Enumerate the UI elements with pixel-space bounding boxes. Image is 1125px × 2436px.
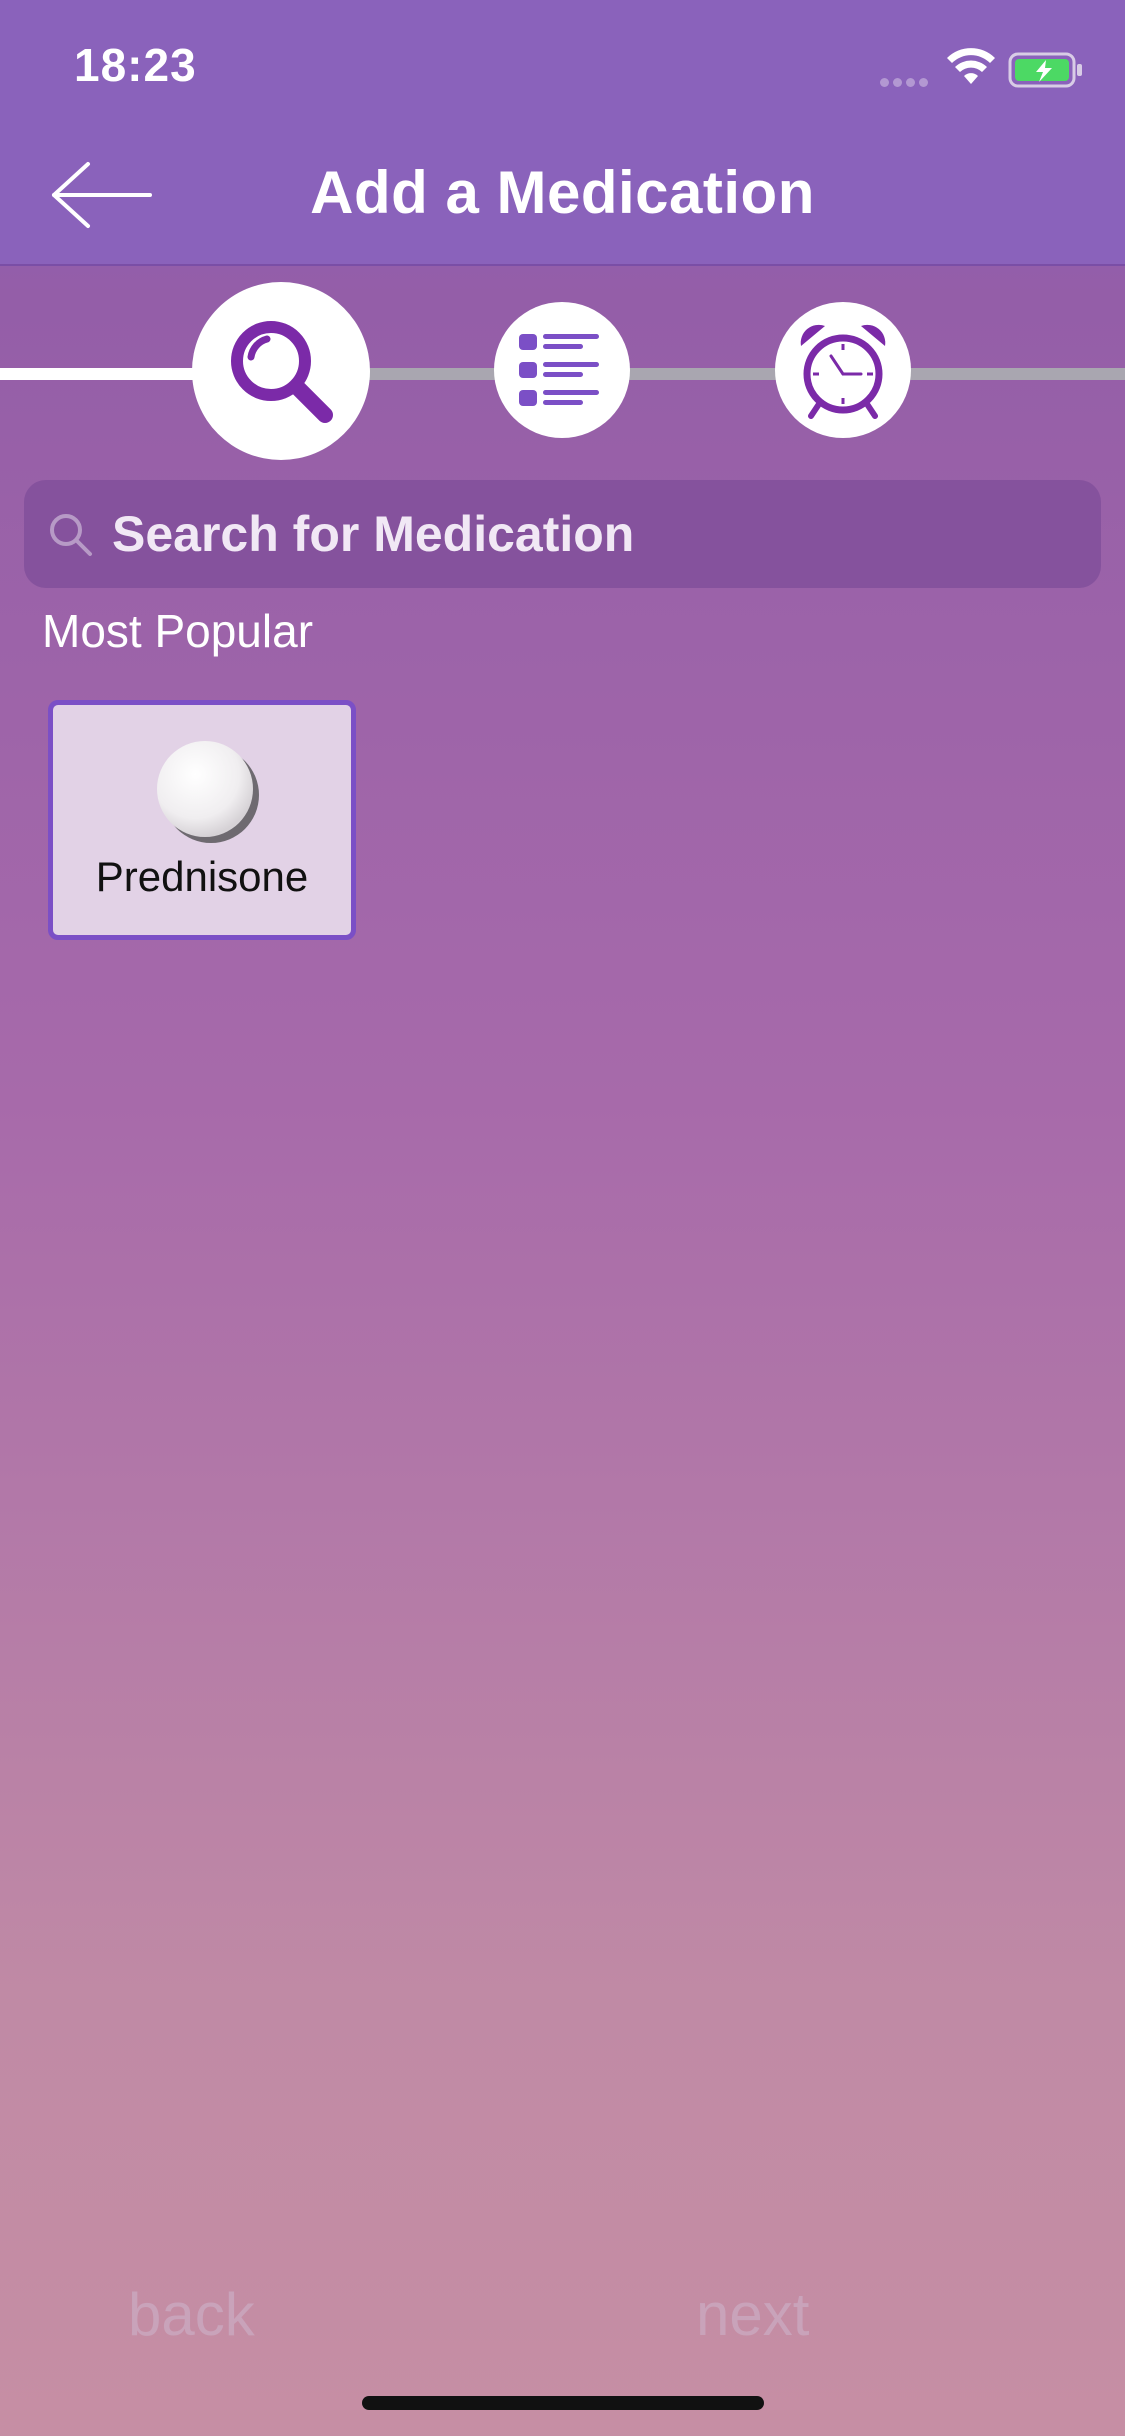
status-time: 18:23: [74, 39, 197, 91]
next-button[interactable]: next: [696, 2280, 809, 2349]
most-popular-heading: Most Popular: [42, 605, 314, 657]
search-icon: [231, 321, 333, 423]
battery-charging-icon: [1008, 52, 1082, 88]
medication-name: Prednisone: [95, 853, 309, 900]
step-progress-remaining: [360, 368, 1125, 380]
medication-card-prednisone[interactable]: Prednisone: [48, 700, 356, 940]
wifi-icon: [947, 48, 995, 84]
back-button[interactable]: back: [128, 2280, 255, 2349]
back-arrow-icon[interactable]: [50, 160, 154, 230]
list-icon: [519, 334, 599, 406]
step-schedule[interactable]: [775, 302, 911, 438]
medication-search-input[interactable]: [112, 502, 1072, 566]
home-indicator[interactable]: [362, 2396, 764, 2410]
cellular-signal-icon: [880, 74, 936, 87]
progress-stepper: [0, 280, 1125, 460]
step-progress-completed: [0, 368, 200, 380]
step-details[interactable]: [494, 302, 630, 438]
alarm-clock-icon: [800, 324, 886, 419]
medication-search-bar[interactable]: [24, 480, 1101, 588]
pill-icon: [157, 741, 259, 843]
app-header: 18:23 Add a Medication: [0, 0, 1125, 266]
search-icon: [50, 514, 92, 556]
step-search[interactable]: [192, 282, 370, 460]
page-title: Add a Medication: [310, 159, 815, 226]
